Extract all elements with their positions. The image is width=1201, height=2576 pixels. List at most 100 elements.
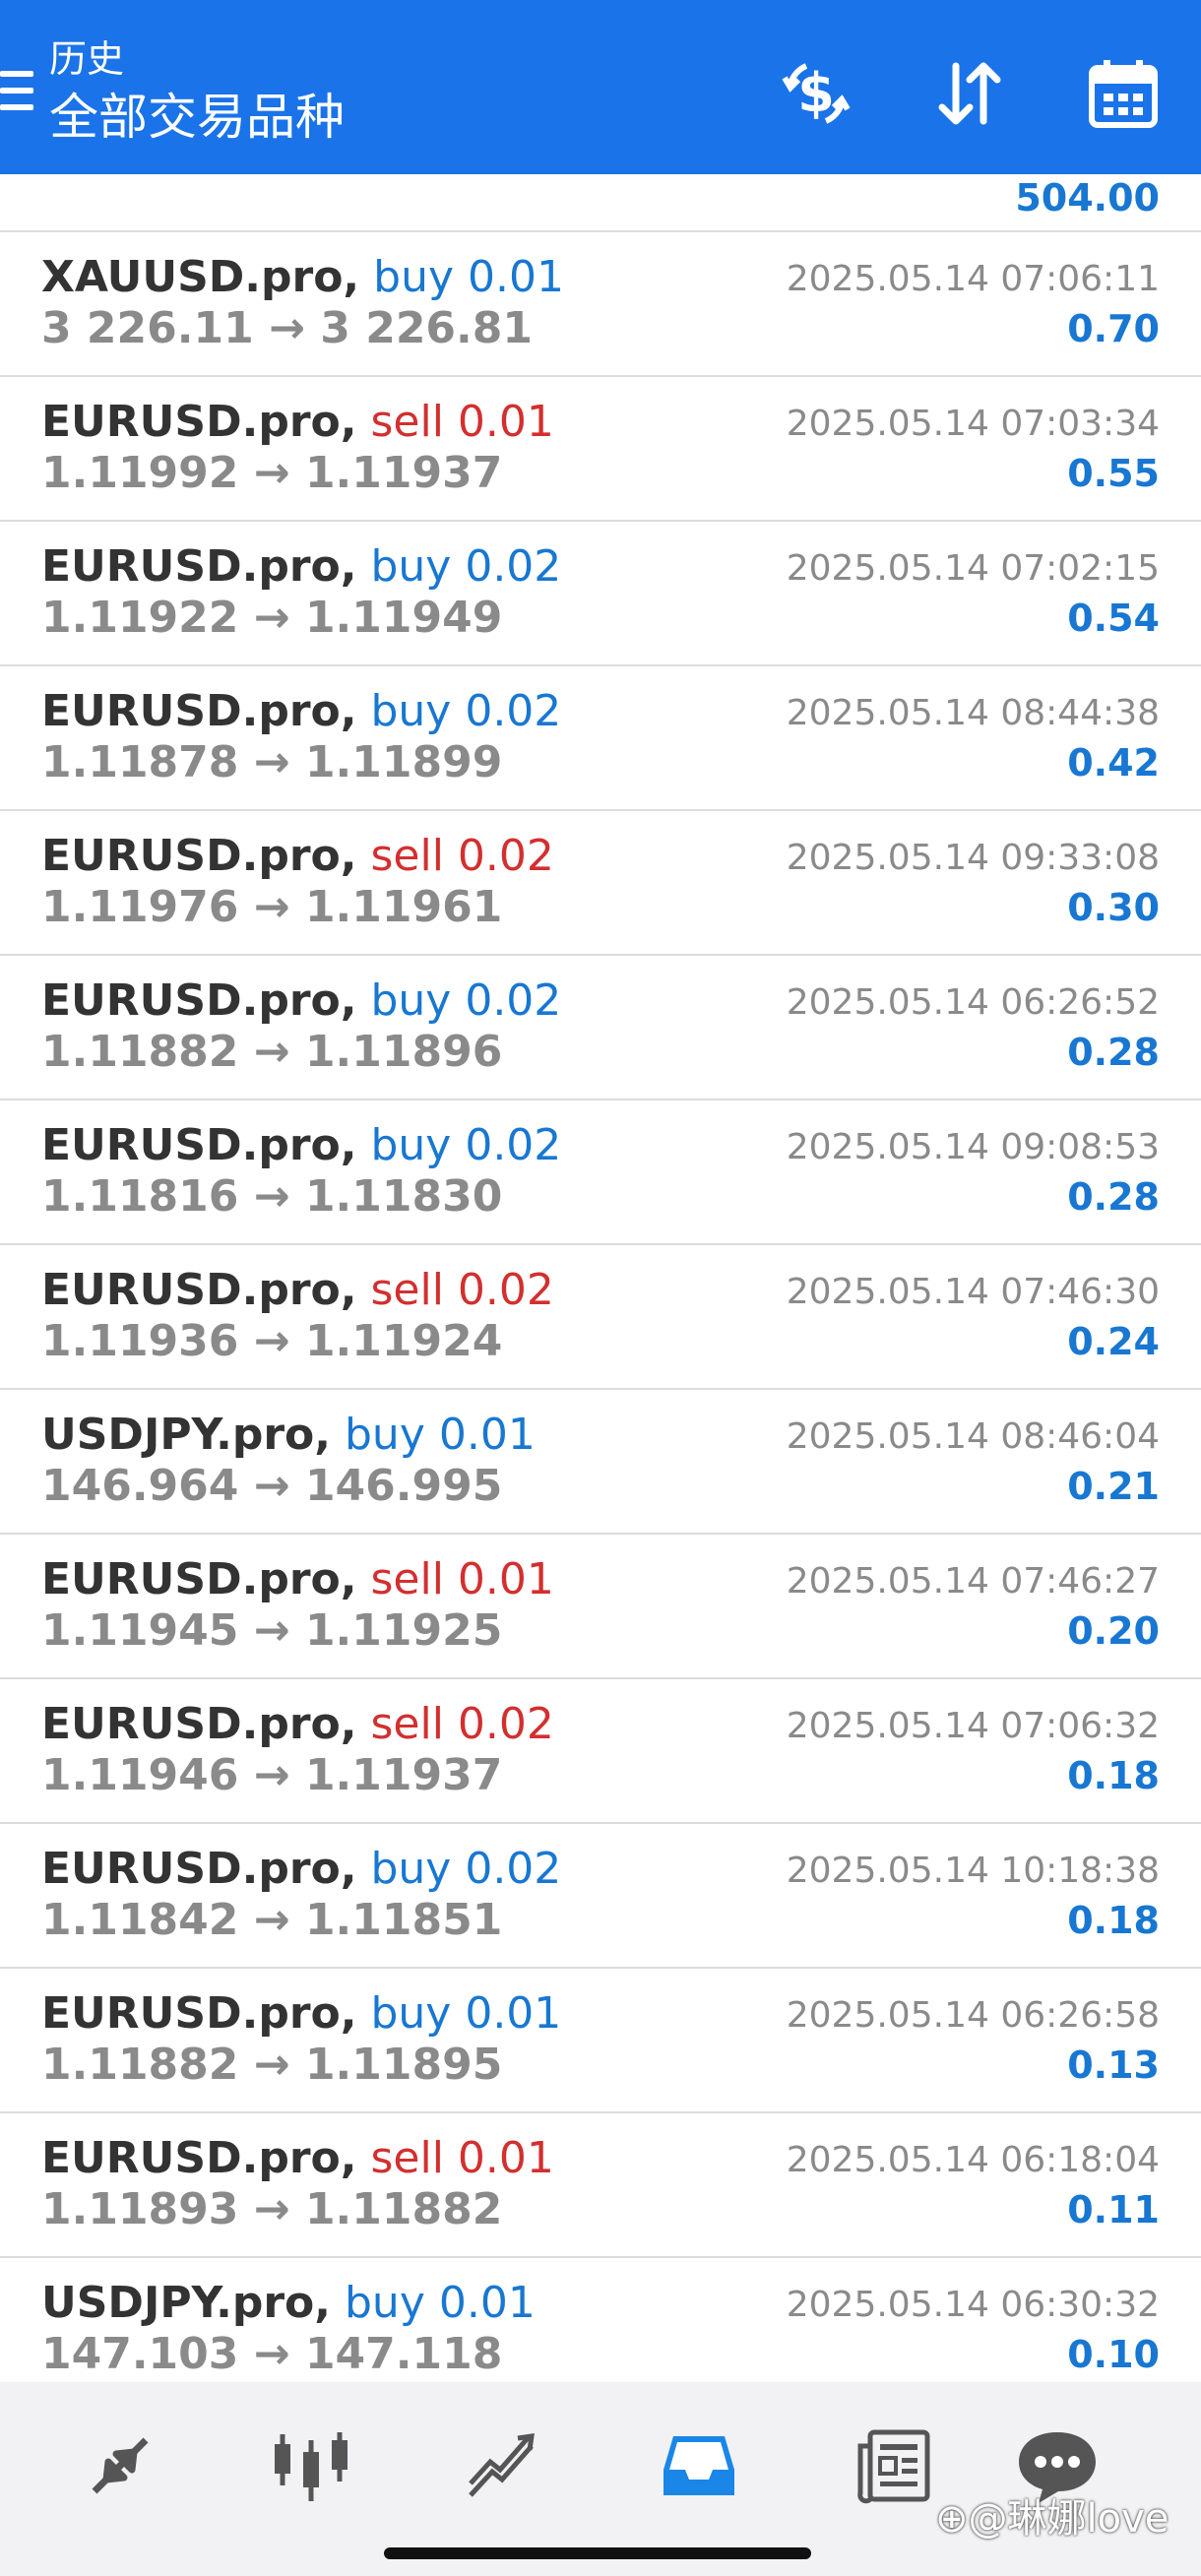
- trade-side: buy: [373, 252, 455, 302]
- trade-volume: 0.02: [465, 975, 562, 1026]
- arrow-right-icon: →: [253, 1316, 290, 1366]
- trade-time: 2025.05.14 07:06:11: [786, 259, 1160, 299]
- arrow-right-icon: →: [253, 1461, 290, 1511]
- trade-prices: 1.11882 → 1.11896: [41, 1027, 502, 1078]
- table-row[interactable]: EURUSD.pro, sell 0.02 1.11936 → 1.11924 20…: [0, 1245, 1201, 1390]
- table-row[interactable]: EURUSD.pro, buy 0.02 1.11842 → 1.11851 202…: [0, 1824, 1201, 1969]
- trade-symbol-line: EURUSD.pro, sell 0.01: [41, 1554, 554, 1605]
- trade-prices: 147.103 → 147.118: [41, 2329, 502, 2380]
- trade-volume: 0.01: [457, 397, 554, 447]
- trade-prices: 1.11816 → 1.11830: [41, 1171, 502, 1223]
- trade-volume: 0.01: [438, 1410, 536, 1460]
- open-price: 1.11842: [41, 1895, 239, 1945]
- close-price: 1.11830: [304, 1171, 503, 1222]
- trade-prices: 146.964 → 146.995: [41, 1461, 502, 1512]
- table-row[interactable]: EURUSD.pro, buy 0.01 1.11882 → 1.11895 202…: [0, 1969, 1201, 2113]
- trade-profit: 0.13: [1067, 2043, 1160, 2087]
- table-row[interactable]: EURUSD.pro, sell 0.01 1.11945 → 1.11925 20…: [0, 1535, 1201, 1679]
- table-row[interactable]: EURUSD.pro, sell 0.01 1.11893 → 1.11882 20…: [0, 2113, 1201, 2258]
- open-price: 1.11946: [41, 1750, 239, 1800]
- trade-time: 2025.05.14 09:08:53: [786, 1127, 1160, 1167]
- close-price: 1.11937: [304, 1750, 503, 1800]
- trade-symbol-line: EURUSD.pro, sell 0.02: [41, 831, 554, 882]
- trade-symbol-line: USDJPY.pro, buy 0.01: [41, 2278, 536, 2329]
- trade-prices: 1.11976 → 1.11961: [41, 882, 502, 933]
- calendar-icon[interactable]: [1079, 49, 1168, 138]
- trade-volume: 0.02: [457, 1265, 554, 1315]
- arrow-right-icon: →: [253, 1895, 290, 1945]
- app-bar: 历史 全部交易品种 $: [0, 0, 1201, 174]
- arrow-right-icon: →: [253, 2184, 290, 2234]
- trade-profit: 0.20: [1067, 1609, 1160, 1653]
- trade-time: 2025.05.14 07:46:30: [786, 1272, 1160, 1312]
- trade-symbol-line: XAUUSD.pro, buy 0.01: [41, 252, 564, 303]
- currency-dollar-icon[interactable]: $: [772, 49, 860, 138]
- trade-history-list: XAUUSD.pro, buy 0.01 3 226.11 → 3 226.81 2…: [0, 232, 1201, 2403]
- trade-symbol: EURUSD.pro,: [41, 975, 357, 1026]
- trade-symbol: EURUSD.pro,: [41, 1988, 357, 2039]
- table-row[interactable]: USDJPY.pro, buy 0.01 147.103 → 147.118 202…: [0, 2258, 1201, 2403]
- open-price: 1.11882: [41, 2040, 239, 2090]
- trade-symbol-line: EURUSD.pro, buy 0.02: [41, 686, 561, 737]
- nav-history-inbox-tray-icon[interactable]: [650, 2421, 748, 2510]
- arrow-right-icon: →: [269, 303, 305, 353]
- open-price: 1.11882: [41, 1027, 239, 1077]
- trade-volume: 0.01: [438, 2278, 536, 2328]
- trade-time: 2025.05.14 06:26:52: [786, 982, 1160, 1023]
- table-row[interactable]: EURUSD.pro, buy 0.02 1.11882 → 1.11896 202…: [0, 956, 1201, 1100]
- trade-side: sell: [370, 831, 444, 881]
- trade-prices: 1.11878 → 1.11899: [41, 737, 502, 788]
- arrow-right-icon: →: [253, 593, 290, 643]
- svg-text:$: $: [797, 62, 835, 124]
- trade-prices: 1.11946 → 1.11937: [41, 1750, 502, 1801]
- close-price: 1.11882: [304, 2184, 503, 2234]
- trade-prices: 1.11893 → 1.11882: [41, 2184, 502, 2235]
- trade-symbol-line: EURUSD.pro, sell 0.02: [41, 1699, 554, 1750]
- trade-symbol: EURUSD.pro,: [41, 1844, 357, 1894]
- nav-chart-candlestick-icon[interactable]: [262, 2421, 360, 2510]
- arrow-right-icon: →: [253, 1027, 290, 1077]
- trade-symbol: EURUSD.pro,: [41, 1699, 357, 1749]
- table-row[interactable]: EURUSD.pro, sell 0.02 1.11976 → 1.11961 20…: [0, 811, 1201, 956]
- trade-volume: 0.01: [468, 252, 564, 302]
- trade-volume: 0.02: [457, 831, 554, 881]
- menu-icon[interactable]: [0, 71, 33, 114]
- trade-symbol: USDJPY.pro,: [41, 1410, 331, 1460]
- trade-symbol-line: EURUSD.pro, buy 0.02: [41, 541, 561, 593]
- home-indicator[interactable]: [384, 2547, 811, 2559]
- trade-profit: 0.11: [1067, 2188, 1160, 2231]
- trade-symbol: EURUSD.pro,: [41, 831, 357, 881]
- trade-symbol: EURUSD.pro,: [41, 686, 357, 736]
- page-subtitle: 历史: [49, 37, 125, 81]
- table-row[interactable]: 504.00: [0, 174, 1201, 232]
- trade-time: 2025.05.14 06:26:58: [786, 1995, 1160, 2036]
- trade-profit: 0.28: [1067, 1031, 1160, 1074]
- nav-quotes-arrows-diagonal-icon[interactable]: [71, 2421, 169, 2510]
- table-row[interactable]: XAUUSD.pro, buy 0.01 3 226.11 → 3 226.81 2…: [0, 232, 1201, 377]
- close-price: 1.11895: [304, 2040, 503, 2090]
- trade-side: sell: [370, 397, 444, 447]
- table-row[interactable]: EURUSD.pro, buy 0.02 1.11878 → 1.11899 202…: [0, 666, 1201, 811]
- trade-side: buy: [370, 975, 452, 1026]
- nav-news-newspaper-icon[interactable]: [845, 2421, 943, 2510]
- trade-symbol: EURUSD.pro,: [41, 397, 357, 447]
- trade-side: sell: [370, 1699, 444, 1749]
- trade-prices: 1.11936 → 1.11924: [41, 1316, 502, 1367]
- trade-profit: 0.10: [1067, 2333, 1160, 2376]
- table-row[interactable]: EURUSD.pro, buy 0.02 1.11922 → 1.11949 202…: [0, 522, 1201, 666]
- page-title[interactable]: 全部交易品种: [49, 89, 345, 146]
- close-price: 1.11949: [304, 593, 503, 643]
- sort-icon[interactable]: [925, 49, 1014, 138]
- nav-trade-trend-lines-icon[interactable]: [453, 2421, 551, 2510]
- table-row[interactable]: EURUSD.pro, buy 0.02 1.11816 → 1.11830 202…: [0, 1100, 1201, 1245]
- table-row[interactable]: EURUSD.pro, sell 0.01 1.11992 → 1.11937 20…: [0, 377, 1201, 522]
- trade-symbol-line: EURUSD.pro, buy 0.02: [41, 1844, 561, 1895]
- table-row[interactable]: EURUSD.pro, sell 0.02 1.11946 → 1.11937 20…: [0, 1679, 1201, 1824]
- watermark: ⊕@琳娜love: [935, 2496, 1169, 2542]
- trade-prices: 1.11922 → 1.11949: [41, 593, 502, 644]
- table-row[interactable]: USDJPY.pro, buy 0.01 146.964 → 146.995 202…: [0, 1390, 1201, 1535]
- trade-time: 2025.05.14 06:18:04: [786, 2140, 1160, 2180]
- trade-symbol: EURUSD.pro,: [41, 1120, 357, 1170]
- trade-symbol: EURUSD.pro,: [41, 541, 357, 592]
- trade-time: 2025.05.14 07:46:27: [786, 1561, 1160, 1602]
